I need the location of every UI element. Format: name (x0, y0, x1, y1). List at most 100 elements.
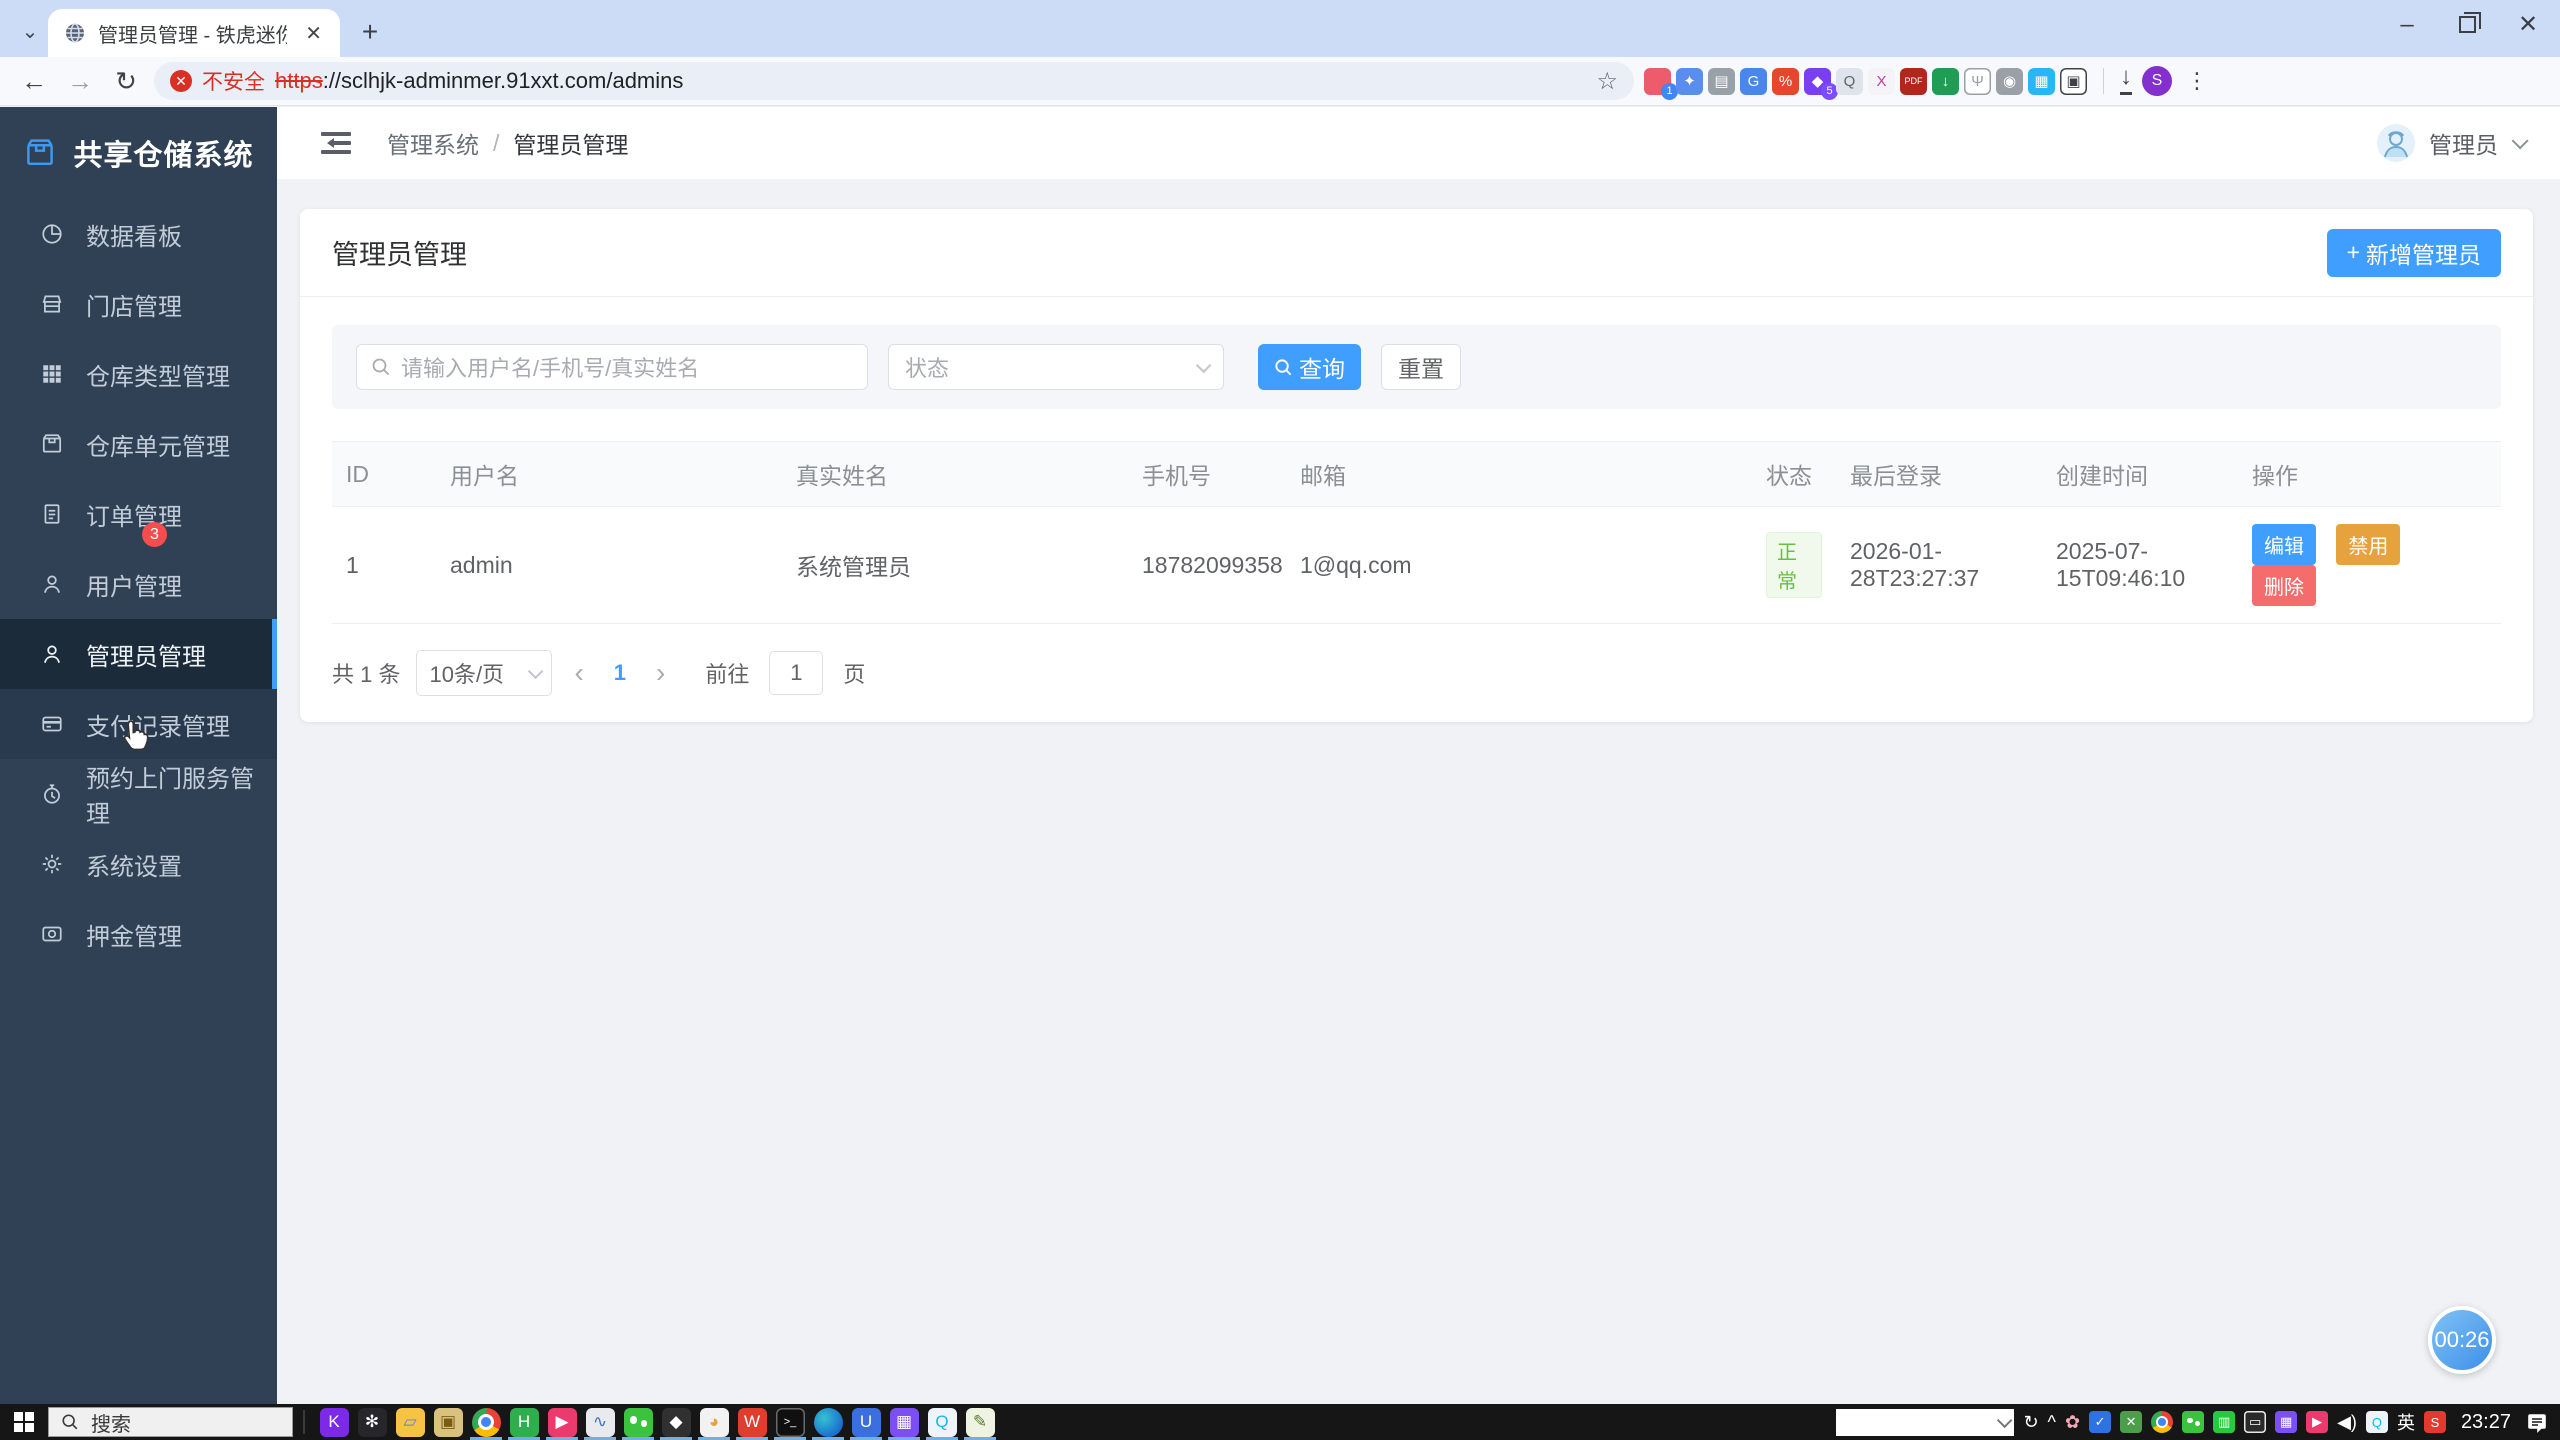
ext-keys[interactable]: ✦ (1676, 67, 1703, 95)
forward-button[interactable]: → (62, 66, 98, 97)
ext-translate[interactable]: G (1740, 67, 1767, 95)
tray-qq-icon[interactable]: Q (2365, 1411, 2388, 1433)
sidebar-item-settings[interactable]: 系统设置 (0, 829, 277, 899)
sidebar-item-warehouse-units[interactable]: 仓库单元管理 (0, 409, 277, 479)
query-button[interactable]: 查询 (1258, 344, 1361, 390)
sidebar-item-orders[interactable]: 订单管理 3 (0, 479, 277, 549)
sidebar-item-warehouse-types[interactable]: 仓库类型管理 (0, 339, 277, 409)
file-explorer-slot[interactable]: ▱ (391, 1404, 429, 1440)
back-button[interactable]: ← (16, 66, 52, 97)
edge-browser-slot[interactable] (809, 1404, 847, 1440)
window-restore-button[interactable] (2459, 12, 2481, 33)
perf-monitor-app[interactable]: ∿ (585, 1407, 615, 1437)
sidebar-item-deposits[interactable]: 押金管理 (0, 899, 277, 969)
notification-center-icon[interactable] (2526, 1411, 2548, 1433)
ext-red-badge1[interactable]: 1 (1644, 67, 1678, 100)
address-bar[interactable]: ✕ 不安全 https://sclhjk-adminmer.91xxt.com/… (154, 62, 1634, 100)
pink-media-app[interactable]: ▶ (547, 1407, 577, 1437)
ext-x[interactable]: X (1868, 67, 1895, 95)
kuaishou-app[interactable]: K (319, 1407, 349, 1437)
tab-close-icon[interactable]: ✕ (299, 19, 328, 48)
taskbar-search-input[interactable]: 搜索 (48, 1407, 293, 1437)
photo-viewer-slot[interactable]: ▣ (429, 1404, 467, 1440)
browser-menu-icon[interactable]: ⋮ (2186, 68, 2208, 94)
recording-timer-badge[interactable]: 00:26 (2428, 1306, 2496, 1374)
ext-palm[interactable]: Ψ (1964, 67, 1991, 95)
tray-pink-media-icon[interactable]: ▶ (2306, 1411, 2329, 1433)
photo-viewer[interactable]: ▣ (433, 1407, 463, 1437)
wechat-app-slot[interactable] (619, 1404, 657, 1440)
wps-app-slot[interactable]: W (733, 1404, 771, 1440)
color-circle-app-slot[interactable]: ◕ (695, 1404, 733, 1440)
terminal-app-slot[interactable]: >_ (771, 1404, 809, 1440)
wps-app[interactable]: W (737, 1407, 767, 1437)
disable-button[interactable]: 禁用 (2336, 524, 2401, 565)
ext-percent[interactable]: % (1772, 67, 1799, 95)
unity-app[interactable]: ◆ (661, 1407, 691, 1437)
ext-purple-badge5[interactable]: ◆ 5 (1804, 67, 1838, 100)
notes-app-slot[interactable]: ✎ (961, 1404, 999, 1440)
color-circle-app[interactable]: ◕ (699, 1407, 729, 1437)
tray-shield-x-icon[interactable]: ✕ (2120, 1411, 2143, 1433)
status-select[interactable]: 状态 (888, 344, 1224, 390)
sidebar-item-stores[interactable]: 门店管理 (0, 269, 277, 339)
capcut-app[interactable]: ✻ (357, 1407, 387, 1437)
tray-dual-monitor-icon[interactable]: ▭ (2244, 1411, 2267, 1433)
huorong-app[interactable]: H (509, 1407, 539, 1437)
tray-shield-check-icon[interactable]: ✓ (2089, 1411, 2112, 1433)
chrome-browser[interactable] (471, 1407, 501, 1437)
qq-app[interactable]: Q (927, 1407, 957, 1437)
profile-avatar[interactable]: S (2142, 66, 2172, 96)
purple-grid-app-slot[interactable]: ▦ (885, 1404, 923, 1440)
tab-search-button[interactable]: ⌄ (12, 13, 48, 49)
purple-grid-app[interactable]: ▦ (889, 1407, 919, 1437)
start-button[interactable] (0, 1404, 48, 1440)
ime-candidate-box[interactable] (1836, 1408, 2015, 1436)
window-minimize-button[interactable]: – (2393, 11, 2421, 39)
ext-green-down[interactable]: ↓ (1932, 67, 1959, 95)
ext-blue-grid[interactable]: ▦ (2028, 67, 2055, 95)
new-tab-button[interactable]: + (350, 12, 390, 52)
next-page-button[interactable]: › (650, 657, 671, 689)
unity-app-slot[interactable]: ◆ (657, 1404, 695, 1440)
pink-media-app-slot[interactable]: ▶ (543, 1404, 581, 1440)
file-explorer[interactable]: ▱ (395, 1407, 425, 1437)
current-page[interactable]: 1 (606, 660, 634, 686)
sidebar-item-users[interactable]: 用户管理 (0, 549, 277, 619)
browser-tab[interactable]: 管理员管理 - 铁虎迷你仓管理系 ✕ (48, 9, 340, 57)
tray-volume-icon[interactable]: ◀) (2337, 1412, 2357, 1433)
wechat-app[interactable] (623, 1407, 653, 1437)
perf-monitor-app-slot[interactable]: ∿ (581, 1404, 619, 1440)
tray-wechat-icon[interactable] (2182, 1411, 2205, 1433)
downloads-icon[interactable]: ↓ (2120, 65, 2132, 95)
keyword-search-input[interactable]: 请输入用户名/手机号/真实姓名 (356, 344, 868, 390)
not-secure-label[interactable]: 不安全 (202, 66, 265, 96)
tray-refresh-icon[interactable]: ↻ (2023, 1412, 2038, 1433)
ext-pages[interactable]: ▤ (1708, 67, 1735, 95)
sidebar-item-dashboard[interactable]: 数据看板 (0, 199, 277, 269)
capcut-app-slot[interactable]: ✻ (353, 1404, 391, 1440)
notes-app[interactable]: ✎ (965, 1407, 995, 1437)
taskbar-clock[interactable]: 23:27 (2461, 1411, 2511, 1434)
add-admin-button[interactable]: + 新增管理员 (2326, 228, 2501, 277)
ext-camera[interactable]: ◉ (1996, 67, 2023, 95)
tray-screen-lock-icon[interactable]: ▥ (2213, 1411, 2236, 1433)
tray-purple-grid-icon[interactable]: ▦ (2275, 1411, 2298, 1433)
sidebar-item-appointments[interactable]: 预约上门服务管理 (0, 759, 277, 829)
sidebar-item-admins[interactable]: 管理员管理 (0, 619, 277, 689)
tray-expand-icon[interactable]: ^ (2048, 1412, 2056, 1433)
u-app[interactable]: U (851, 1407, 881, 1437)
chrome-browser-slot[interactable] (467, 1404, 505, 1440)
prev-page-button[interactable]: ‹ (568, 657, 589, 689)
huorong-app-slot[interactable]: H (505, 1404, 543, 1440)
tray-sogou-icon[interactable]: S (2423, 1411, 2446, 1433)
breadcrumb-root[interactable]: 管理系统 (387, 126, 479, 160)
url-text[interactable]: https://sclhjk-adminmer.91xxt.com/admins (275, 68, 1586, 94)
not-secure-icon[interactable]: ✕ (170, 70, 192, 92)
goto-page-input[interactable]: 1 (769, 651, 824, 695)
u-app-slot[interactable]: U (847, 1404, 885, 1440)
reload-button[interactable]: ↻ (108, 66, 144, 97)
terminal-app[interactable]: >_ (775, 1407, 805, 1437)
kuaishou-app-slot[interactable]: K (315, 1404, 353, 1440)
ext-pdf[interactable]: PDF (1900, 67, 1927, 95)
